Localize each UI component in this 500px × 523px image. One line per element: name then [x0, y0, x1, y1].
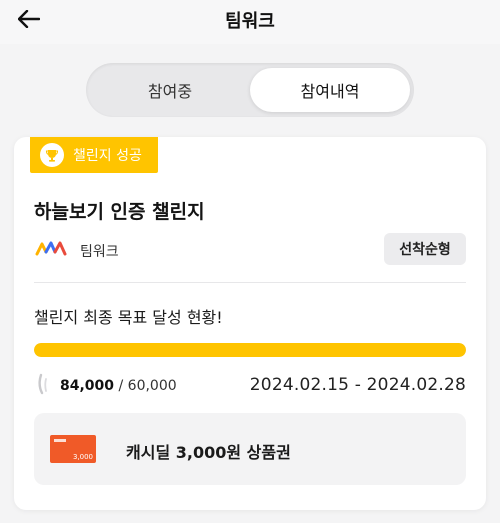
reward-box[interactable]: 3,000 캐시딜 3,000원 상품권 [34, 413, 466, 485]
voucher-value: 3,000 [72, 453, 93, 461]
divider [34, 282, 466, 283]
status-badge: 챌린지 성공 [30, 137, 158, 173]
tab-participating[interactable]: 참여중 [90, 68, 250, 112]
page-title: 팀워크 [225, 11, 275, 32]
goal-title: 챌린지 최종 목표 달성 현황! [34, 308, 223, 327]
voucher-logo-bar [54, 439, 66, 442]
progress-fill [34, 343, 466, 357]
status-badge-label: 챌린지 성공 [73, 148, 142, 164]
segmented-control: 참여중 참여내역 [86, 63, 414, 117]
trophy-icon [40, 143, 64, 167]
progress-stat: 84,000 / 60,000 [60, 378, 177, 394]
progress-current: 84,000 [60, 378, 115, 394]
app-header: 팀워크 [0, 0, 500, 44]
reward-label: 캐시딜 3,000원 상품권 [126, 443, 291, 462]
challenge-period: 2024.02.15 - 2024.02.28 [249, 375, 466, 395]
progress-bar [34, 343, 466, 357]
challenge-type-badge: 선착순형 [384, 233, 466, 265]
progress-separator: / [114, 378, 128, 394]
tab-participation-history[interactable]: 참여내역 [250, 68, 410, 112]
stat-icon [36, 373, 50, 395]
challenge-title: 하늘보기 인증 챌린지 [34, 201, 205, 223]
progress-target: 60,000 [127, 378, 177, 394]
voucher-image: 3,000 [50, 435, 96, 463]
challenge-card[interactable]: 챌린지 성공 하늘보기 인증 챌린지 팀워크 선착순형 챌린지 최종 목표 달성… [14, 137, 486, 510]
teamwork-logo [34, 235, 68, 261]
org-name: 팀워크 [80, 244, 119, 260]
